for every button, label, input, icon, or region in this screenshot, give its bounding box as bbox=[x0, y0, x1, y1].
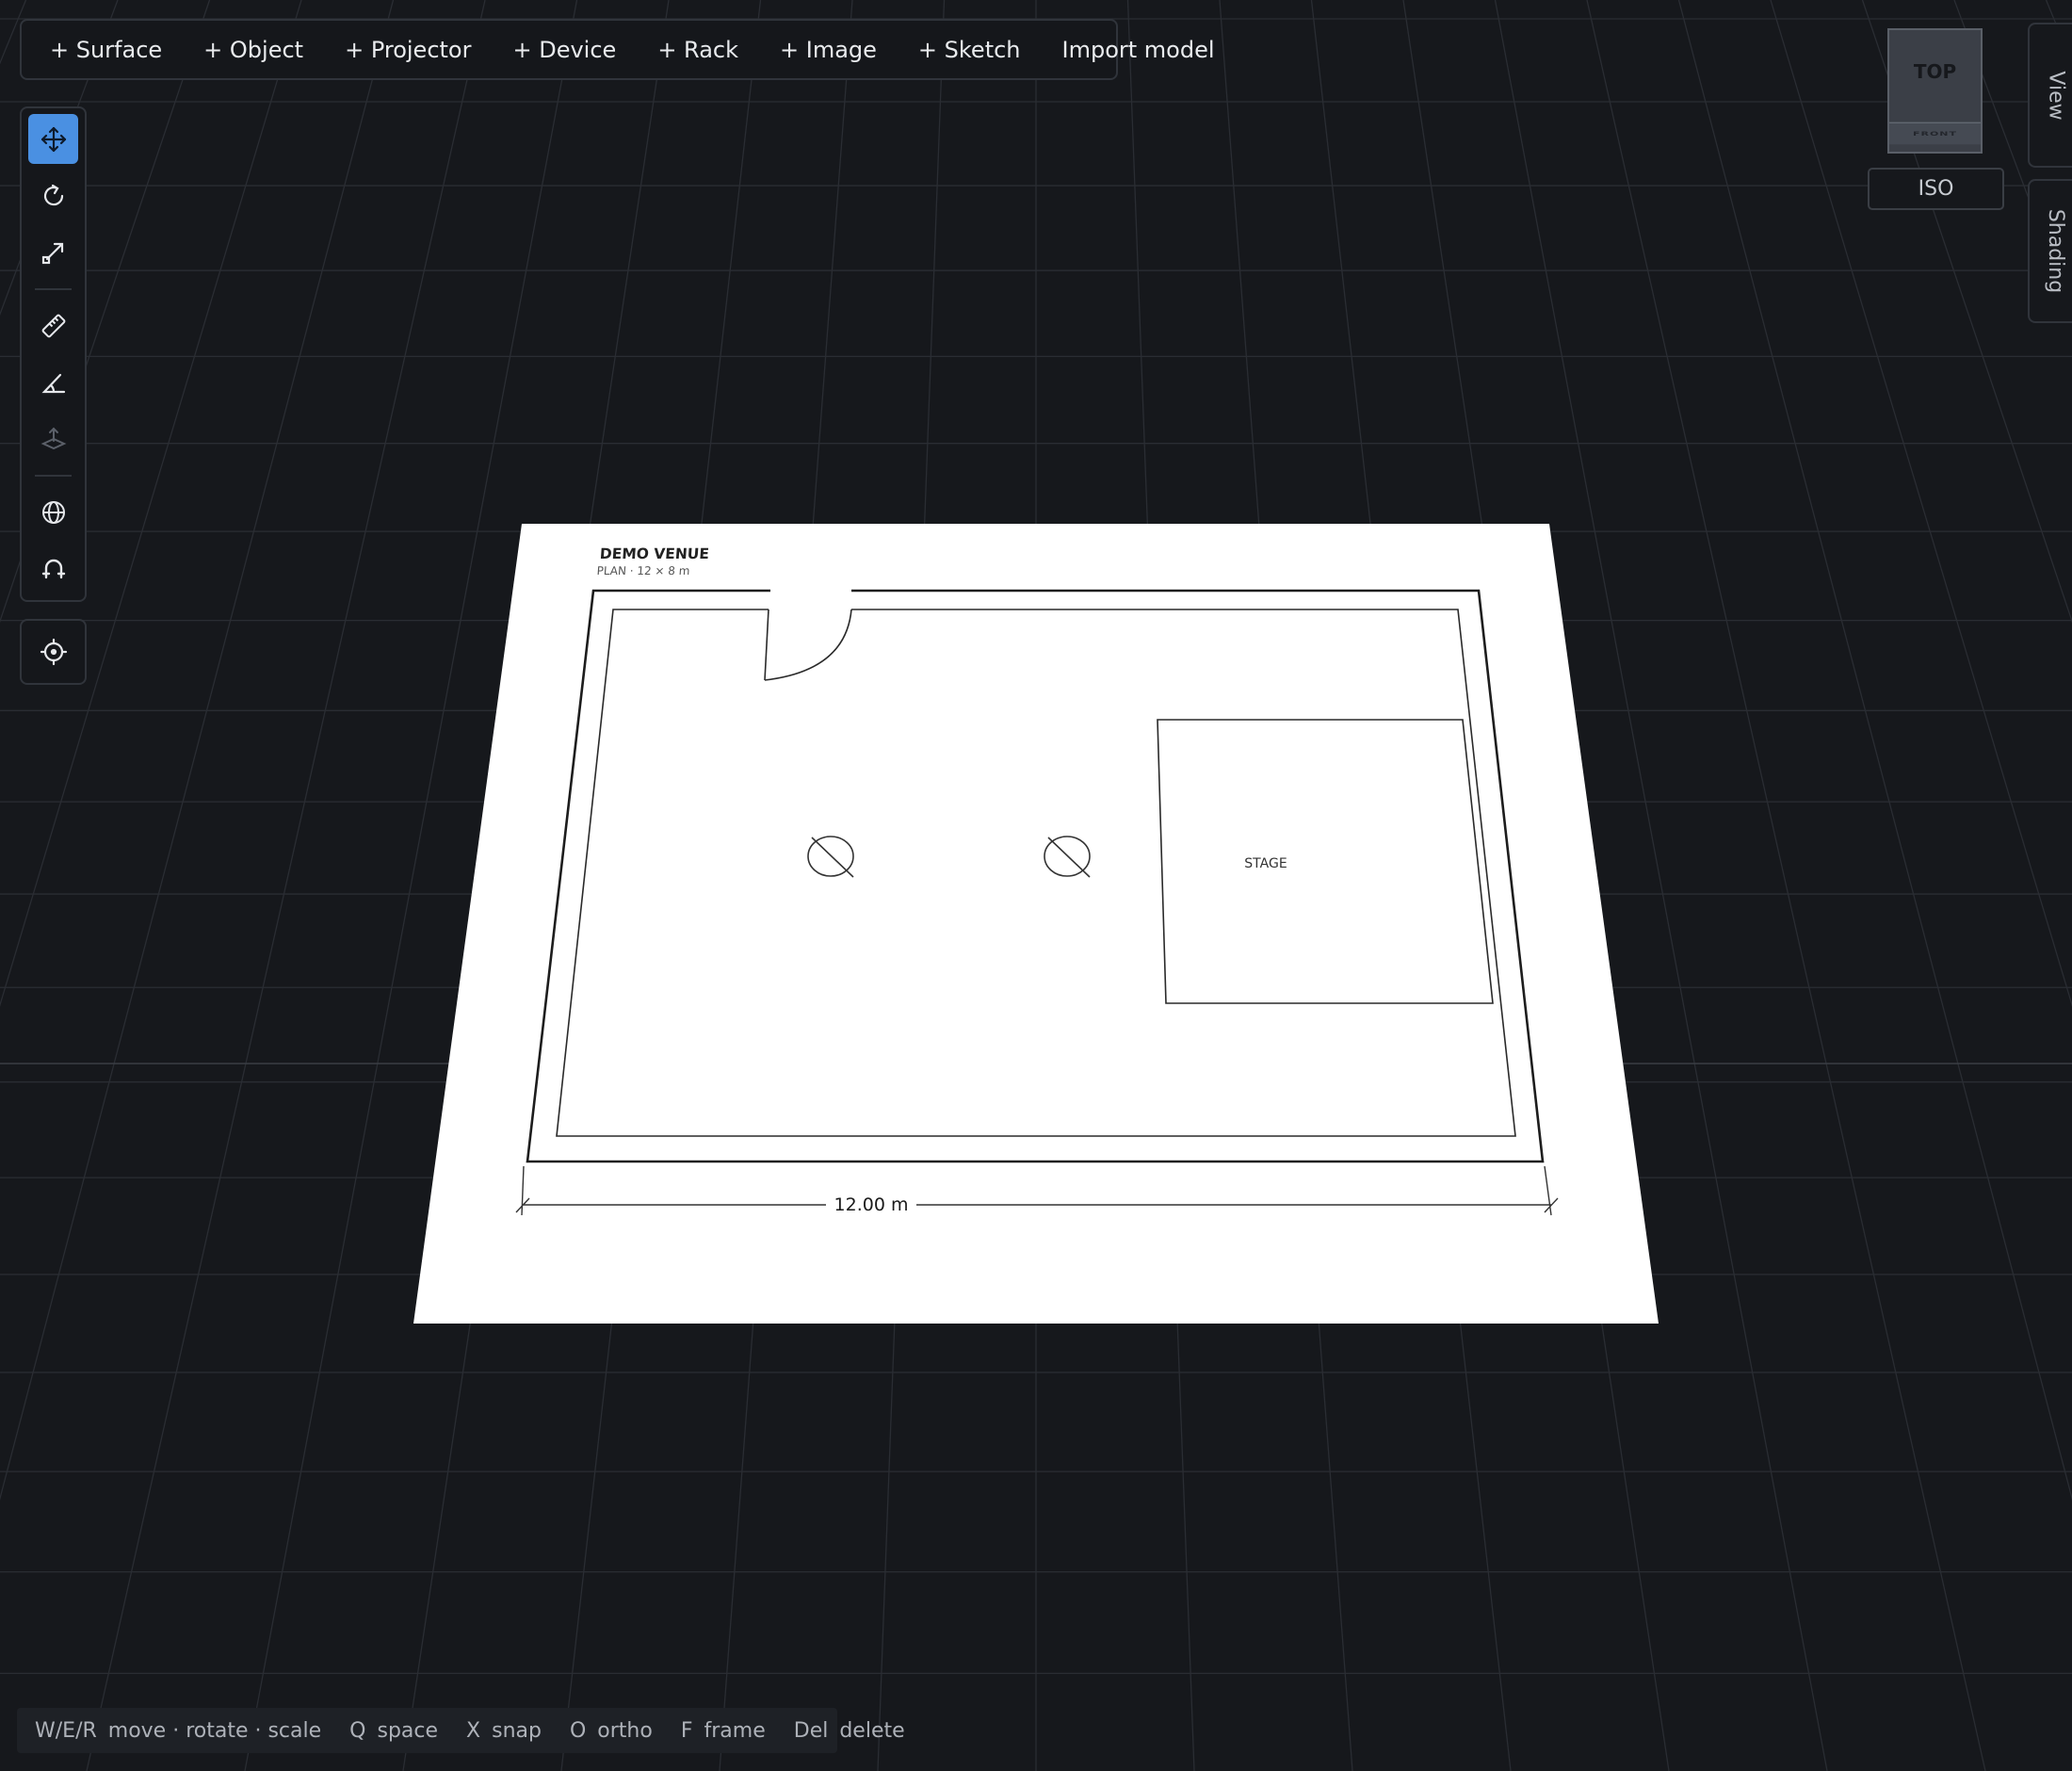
shortcut-hint: Oortho bbox=[569, 1718, 653, 1743]
shortcut-hint: Fframe bbox=[680, 1718, 766, 1743]
shortcut-hint: Xsnap bbox=[466, 1718, 542, 1743]
stage-label: STAGE bbox=[1244, 856, 1287, 871]
globe-icon bbox=[41, 500, 65, 524]
add-projector-button[interactable]: + Projector bbox=[324, 24, 492, 76]
world-space-button[interactable] bbox=[28, 487, 78, 537]
angle-tool-button[interactable] bbox=[28, 358, 78, 408]
tool-separator bbox=[35, 288, 72, 290]
3d-viewport[interactable]: DEMO VENUE PLAN · 12 × 8 m STAGE 12.00 m bbox=[0, 0, 2072, 1771]
view-panel-tab[interactable]: View bbox=[2028, 23, 2072, 168]
magnet-icon bbox=[41, 559, 65, 578]
shortcut-hint: Qspace bbox=[349, 1718, 439, 1743]
shortcut-hints-bar: W/E/R move · rotate · scale Qspace Xsnap … bbox=[17, 1708, 905, 1753]
view-panel-tab-label: View bbox=[2044, 70, 2068, 121]
view-cube-front-face[interactable]: FRONT bbox=[1889, 122, 1981, 145]
view-cube[interactable]: TOP FRONT bbox=[1887, 28, 1983, 154]
plan-title: DEMO VENUE bbox=[599, 545, 709, 562]
view-cube-top-face[interactable]: TOP bbox=[1889, 30, 1981, 113]
measure-tool-button[interactable] bbox=[28, 301, 78, 350]
add-rack-button[interactable]: + Rack bbox=[637, 24, 759, 76]
shortcut-hint: Del delete bbox=[793, 1718, 905, 1743]
add-image-button[interactable]: + Image bbox=[759, 24, 898, 76]
move-icon bbox=[40, 126, 66, 152]
scale-tool-button[interactable] bbox=[28, 227, 78, 277]
scale-icon bbox=[41, 242, 63, 264]
plan-paper bbox=[413, 524, 1659, 1324]
rotate-tool-button[interactable] bbox=[28, 171, 78, 220]
shading-panel-tab-label: Shading bbox=[2044, 208, 2068, 294]
add-device-button[interactable]: + Device bbox=[492, 24, 637, 76]
floor-plan-sheet[interactable]: DEMO VENUE PLAN · 12 × 8 m STAGE 12.00 m bbox=[413, 524, 1659, 1324]
elevation-icon bbox=[40, 427, 66, 449]
shortcut-hint: W/E/R move · rotate · scale bbox=[35, 1718, 322, 1743]
rotate-icon bbox=[43, 184, 63, 205]
frame-palette bbox=[20, 619, 87, 685]
angle-icon bbox=[40, 373, 65, 393]
elevation-tool-button[interactable] bbox=[28, 414, 78, 463]
import-model-button[interactable]: Import model bbox=[1042, 24, 1236, 76]
plan-subtitle: PLAN · 12 × 8 m bbox=[596, 564, 690, 577]
frame-selection-button[interactable] bbox=[28, 626, 78, 676]
add-sketch-button[interactable]: + Sketch bbox=[898, 24, 1042, 76]
tool-palette bbox=[20, 106, 87, 602]
iso-view-button[interactable]: ISO bbox=[1868, 168, 2004, 210]
add-object-button[interactable]: + Object bbox=[183, 24, 324, 76]
snap-toggle-button[interactable] bbox=[28, 544, 78, 593]
add-toolbar: + Surface + Object + Projector + Device … bbox=[20, 19, 1215, 80]
dimension-label: 12.00 m bbox=[834, 1194, 909, 1215]
crosshair-icon bbox=[40, 638, 67, 665]
shading-panel-tab[interactable]: Shading bbox=[2028, 179, 2072, 323]
ruler-icon bbox=[41, 314, 65, 337]
add-surface-button[interactable]: + Surface bbox=[29, 24, 183, 76]
move-tool-button[interactable] bbox=[28, 114, 78, 164]
tool-separator bbox=[35, 475, 72, 477]
